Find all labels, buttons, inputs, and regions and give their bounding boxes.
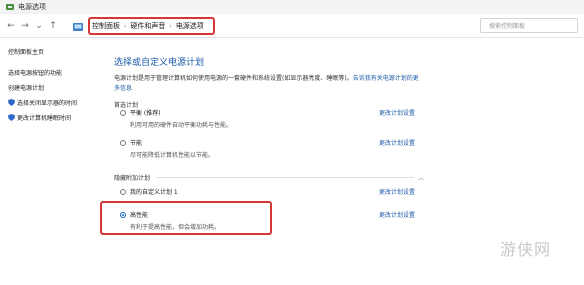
search-input[interactable]: 搜索控制面板 — [480, 18, 578, 33]
shield-icon — [8, 99, 15, 106]
back-icon[interactable]: ← — [4, 21, 18, 31]
sidebar: 控制面板主页 选择电源按钮的功能 创建电源计划 选择关闭显示器的时间 更改计算机… — [8, 47, 108, 128]
sidebar-item-create-plan[interactable]: 创建电源计划 — [8, 83, 108, 92]
change-plan-settings-link[interactable]: 更改计划设置 — [379, 138, 415, 147]
highlight-box-breadcrumb — [88, 17, 215, 35]
chevron-up-icon[interactable]: ︿ — [418, 173, 424, 182]
main-content: 选择或自定义电源计划 电源计划是用于管理计算机如何使用电源的一套硬件和系统设置(… — [114, 55, 434, 109]
description-text: 电源计划是用于管理计算机如何使用电源的一套硬件和系统设置(如显示器亮度、睡眠等)… — [114, 75, 353, 82]
power-options-icon — [6, 4, 14, 10]
plan-name: 节能 — [130, 140, 143, 147]
plan-name: 我的自定义计划 1 — [130, 189, 178, 196]
plan-radio[interactable] — [120, 109, 126, 116]
up-icon[interactable]: ↑ — [46, 21, 60, 31]
window-title: 电源选项 — [18, 3, 46, 11]
title-bar: 电源选项 — [0, 0, 584, 14]
forward-icon[interactable]: → — [18, 21, 32, 31]
plan-description: 利用可用的硬件自动平衡功耗与性能。 — [130, 122, 233, 129]
plan-custom-1: 我的自定义计划 1 更改计划设置 — [120, 187, 440, 196]
watermark-logo: 游侠网 — [500, 240, 552, 259]
divider — [156, 177, 414, 178]
address-bar: ← → ⌄ ↑ 控制面板 › 硬件和声音 › 电源选项 搜索控制面板 — [0, 14, 584, 38]
page-title: 选择或自定义电源计划 — [114, 58, 205, 68]
sidebar-item-label: 更改计算机睡眠时间 — [17, 115, 72, 122]
control-panel-icon — [73, 23, 83, 31]
sidebar-item-power-button[interactable]: 选择电源按钮的功能 — [8, 68, 108, 77]
page-description: 电源计划是用于管理计算机如何使用电源的一套硬件和系统设置(如显示器亮度、睡眠等)… — [114, 74, 424, 94]
shield-icon — [8, 114, 15, 121]
hidden-plans-header[interactable]: 隐藏附加计划 ︿ — [114, 173, 424, 182]
sidebar-item-sleep-time[interactable]: 更改计算机睡眠时间 — [8, 113, 108, 122]
plan-power-saver: 节能 尽可能降低计算机性能以节能。 更改计划设置 — [120, 138, 440, 159]
plan-name: 平衡 (推荐) — [130, 110, 161, 117]
plan-balanced: 平衡 (推荐) 利用可用的硬件自动平衡功耗与性能。 更改计划设置 — [120, 108, 440, 129]
plan-radio[interactable] — [120, 188, 126, 195]
sidebar-item-display-off[interactable]: 选择关闭显示器的时间 — [8, 98, 108, 107]
change-plan-settings-link[interactable]: 更改计划设置 — [379, 187, 415, 196]
recent-dropdown-icon[interactable]: ⌄ — [32, 21, 46, 31]
plan-radio[interactable] — [120, 139, 126, 146]
hidden-plans-label: 隐藏附加计划 — [114, 175, 151, 182]
plan-description: 尽可能降低计算机性能以节能。 — [130, 152, 215, 159]
search-placeholder: 搜索控制面板 — [489, 23, 526, 30]
change-plan-settings-link[interactable]: 更改计划设置 — [379, 210, 415, 219]
sidebar-item-label: 选择关闭显示器的时间 — [17, 100, 78, 107]
highlight-box-high-performance — [100, 201, 272, 235]
sidebar-item-home[interactable]: 控制面板主页 — [8, 47, 108, 56]
change-plan-settings-link[interactable]: 更改计划设置 — [379, 108, 415, 117]
